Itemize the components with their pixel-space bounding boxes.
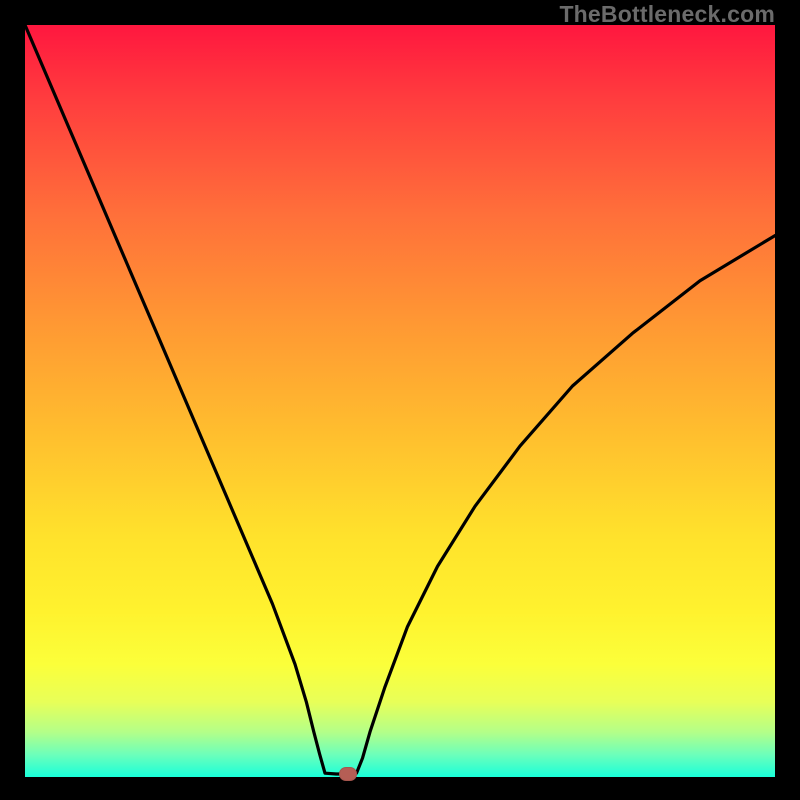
curve-path [25,25,775,774]
chart-frame: TheBottleneck.com [0,0,800,800]
optimum-marker [339,767,357,781]
bottleneck-curve [0,0,800,800]
